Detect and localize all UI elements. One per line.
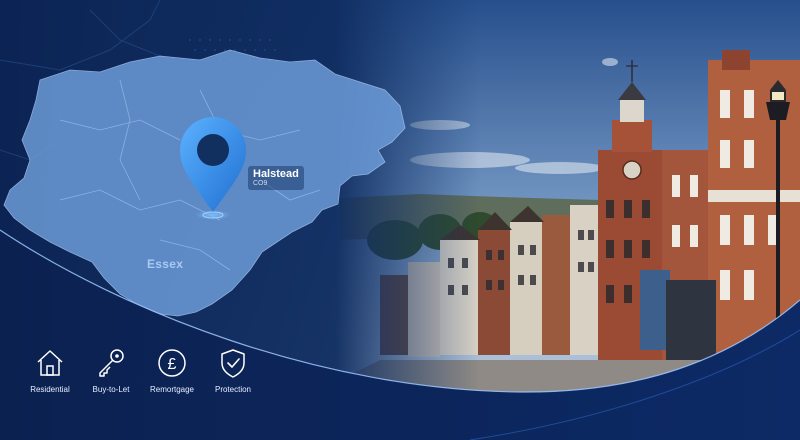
service-label: Remortgage	[149, 385, 195, 394]
hero-banner: Halstead CO9 Essex Residential Buy-to-Le…	[0, 0, 800, 440]
shield-check-icon	[221, 349, 245, 378]
service-buy-to-let[interactable]: Buy-to-Let	[81, 346, 141, 394]
service-label: Protection	[214, 385, 252, 394]
service-residential[interactable]: Residential	[20, 346, 80, 394]
house-icon	[37, 350, 63, 376]
postcode: CO9	[253, 180, 268, 187]
service-label: Residential	[30, 385, 70, 394]
service-label: Buy-to-Let	[92, 385, 130, 394]
service-protection[interactable]: Protection	[203, 346, 263, 394]
svg-text:£: £	[168, 356, 177, 373]
town-name: Halstead	[253, 168, 299, 180]
key-icon	[99, 349, 124, 377]
service-remortgage[interactable]: £ Remortgage	[142, 346, 202, 394]
location-label: Halstead CO9	[248, 166, 304, 190]
pound-coin-icon: £	[158, 349, 186, 377]
region-name: Essex	[147, 257, 184, 271]
services-row: Residential Buy-to-Let £ Remortgage Prot…	[20, 346, 264, 394]
